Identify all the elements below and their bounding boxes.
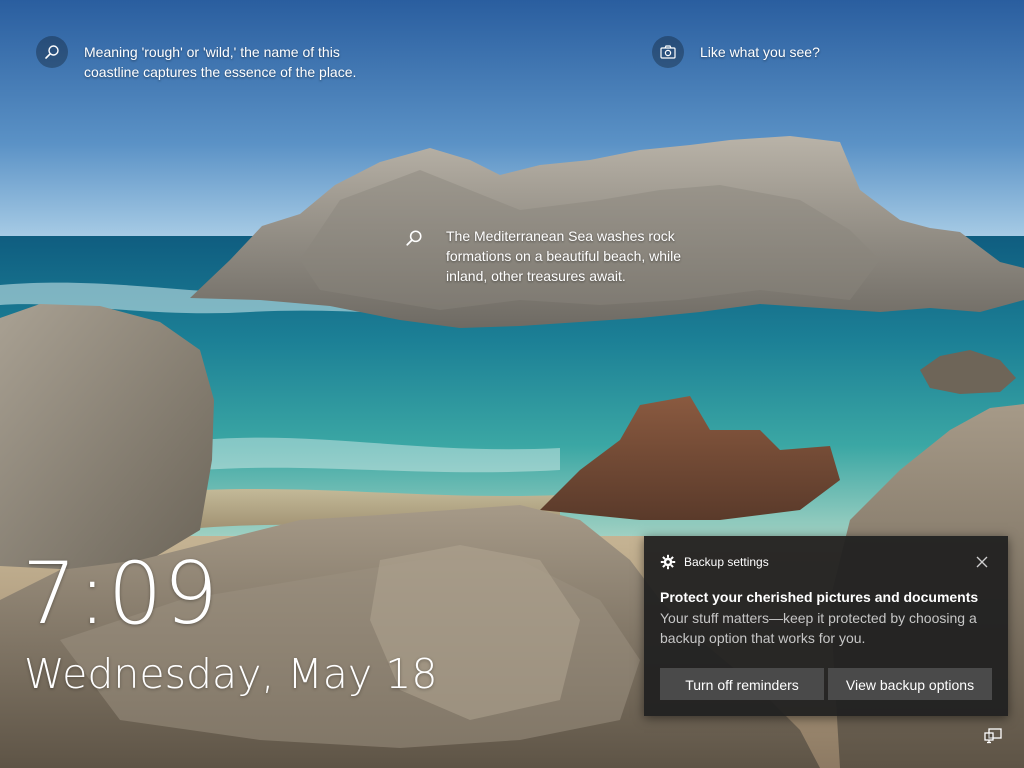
lock-time: 7:09 [22, 544, 220, 644]
spotlight-fact-top-text: Meaning 'rough' or 'wild,' the name of t… [84, 44, 357, 80]
backup-notification[interactable]: Backup settings Protect your cherished p… [644, 536, 1008, 716]
camera-icon[interactable] [652, 36, 684, 68]
spotlight-like-text: Like what you see? [700, 44, 820, 60]
notification-title: Protect your cherished pictures and docu… [660, 589, 979, 605]
gear-icon [660, 554, 676, 570]
notification-header: Backup settings [660, 554, 769, 570]
spotlight-fact-top[interactable]: Meaning 'rough' or 'wild,' the name of t… [36, 36, 376, 82]
lock-date: Wednesday, May 18 [24, 650, 438, 698]
turn-off-reminders-button[interactable]: Turn off reminders [660, 668, 824, 700]
network-icon[interactable] [984, 727, 1002, 745]
spotlight-like-prompt[interactable]: Like what you see? [652, 36, 820, 68]
notification-app-name: Backup settings [684, 555, 769, 569]
close-icon[interactable] [974, 554, 990, 570]
search-icon[interactable] [402, 226, 426, 250]
spotlight-fact-middle[interactable]: The Mediterranean Sea washes rock format… [402, 226, 702, 286]
lock-screen[interactable]: Meaning 'rough' or 'wild,' the name of t… [0, 0, 1024, 768]
spotlight-fact-middle-text: The Mediterranean Sea washes rock format… [446, 228, 682, 284]
notification-body: Your stuff matters—keep it protected by … [660, 610, 977, 646]
search-icon[interactable] [36, 36, 68, 68]
view-backup-options-button[interactable]: View backup options [828, 668, 992, 700]
